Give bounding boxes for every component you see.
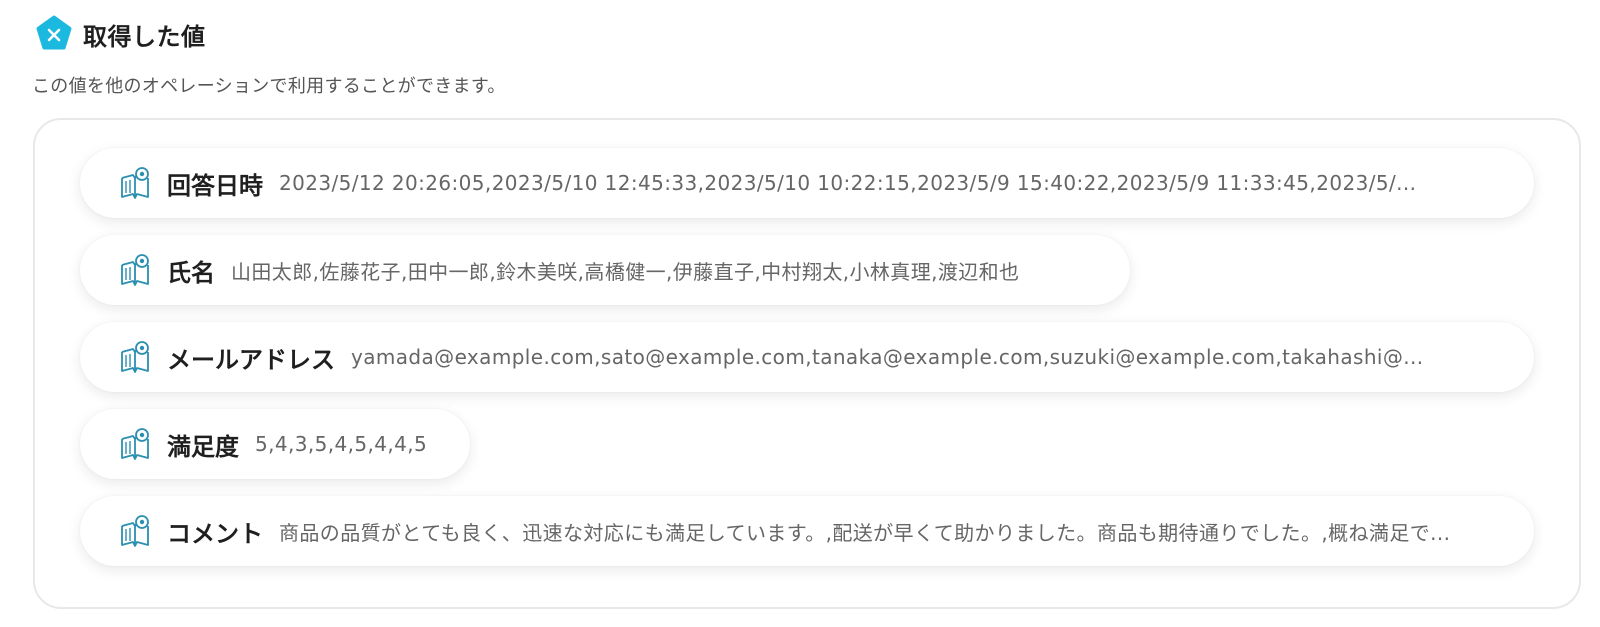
value-text: yamada@example.com,sato@example.com,tana…: [351, 345, 1424, 369]
book-eye-icon: [121, 341, 149, 373]
value-text: 商品の品質がとても良く、迅速な対応にも満足しています。,配送が早くて助かりました…: [279, 520, 1451, 545]
value-chip-comment[interactable]: コメント 商品の品質がとても良く、迅速な対応にも満足しています。,配送が早くて助…: [80, 496, 1534, 566]
value-text: 5,4,3,5,4,5,4,4,5: [255, 432, 428, 456]
value-label: 回答日時: [167, 171, 263, 200]
book-eye-icon: [121, 515, 149, 547]
book-eye-icon: [121, 254, 149, 286]
value-chip-name[interactable]: 氏名 山田太郎,佐藤花子,田中一郎,鈴木美咲,高橋健一,伊藤直子,中村翔太,小林…: [80, 235, 1130, 305]
section-description: この値を他のオペレーションで利用することができます。: [32, 76, 506, 97]
section-title: 取得した値: [83, 22, 206, 51]
book-eye-icon: [121, 428, 149, 460]
output-values-section: 取得した値 この値を他のオペレーションで利用することができます。 回答日時 20…: [0, 0, 1600, 627]
value-text: 2023/5/12 20:26:05,2023/5/10 12:45:33,20…: [279, 171, 1417, 195]
value-chip-email[interactable]: メールアドレス yamada@example.com,sato@example.…: [80, 322, 1534, 392]
value-chip-satisfaction[interactable]: 満足度 5,4,3,5,4,5,4,4,5: [80, 409, 470, 479]
value-label: 満足度: [167, 432, 239, 461]
book-eye-icon: [121, 167, 149, 199]
value-label: コメント: [167, 519, 263, 548]
yoom-logo-icon: [36, 15, 72, 50]
value-label: メールアドレス: [167, 345, 335, 374]
value-label: 氏名: [167, 258, 215, 287]
section-header: 取得した値: [35, 15, 206, 53]
value-text: 山田太郎,佐藤花子,田中一郎,鈴木美咲,高橋健一,伊藤直子,中村翔太,小林真理,…: [231, 259, 1020, 284]
value-chip-answer-datetime[interactable]: 回答日時 2023/5/12 20:26:05,2023/5/10 12:45:…: [80, 148, 1534, 218]
